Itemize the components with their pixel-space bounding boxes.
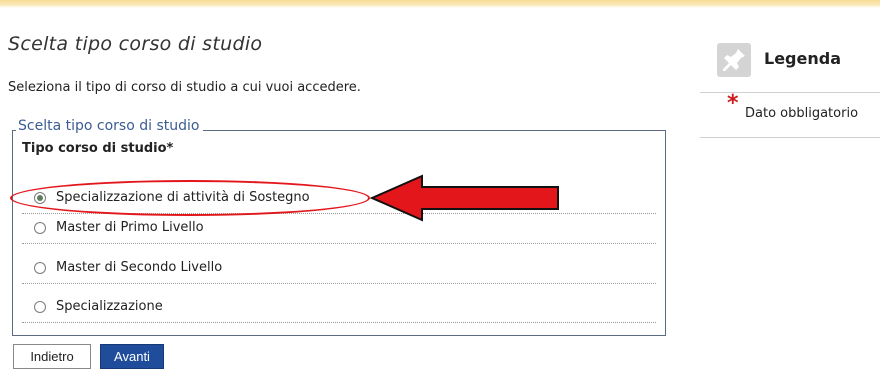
radio-unchecked-icon[interactable] <box>34 222 46 234</box>
option-specializzazione-sostegno[interactable]: Specializzazione di attività di Sostegno <box>22 184 656 214</box>
option-label: Master di Secondo Livello <box>56 260 223 275</box>
legend-panel: Legenda * Dato obbligatorio <box>700 30 880 138</box>
radio-unchecked-icon[interactable] <box>34 262 46 274</box>
option-label: Specializzazione di attività di Sostegno <box>56 190 310 205</box>
option-master-primo-livello[interactable]: Master di Primo Livello <box>22 214 656 244</box>
top-accent-bar <box>0 0 880 8</box>
next-button[interactable]: Avanti <box>100 344 164 369</box>
legend-divider <box>700 137 880 138</box>
legend-title: Legenda <box>764 49 841 68</box>
page-title: Scelta tipo corso di studio <box>8 33 263 55</box>
required-legend-label: Dato obbligatorio <box>745 106 859 121</box>
fieldset-legend: Scelta tipo corso di studio <box>16 118 204 134</box>
option-label: Master di Primo Livello <box>56 220 204 235</box>
course-type-field-label: Tipo corso di studio* <box>22 141 174 156</box>
pin-icon <box>717 43 751 77</box>
option-master-secondo-livello[interactable]: Master di Secondo Livello <box>22 254 656 284</box>
page-description: Seleziona il tipo di corso di studio a c… <box>8 80 361 95</box>
radio-checked-icon[interactable] <box>34 192 46 204</box>
back-button[interactable]: Indietro <box>13 344 91 369</box>
option-label: Specializzazione <box>56 299 163 314</box>
radio-unchecked-icon[interactable] <box>34 301 46 313</box>
required-star-icon: * <box>727 91 739 116</box>
option-specializzazione[interactable]: Specializzazione <box>22 293 656 323</box>
